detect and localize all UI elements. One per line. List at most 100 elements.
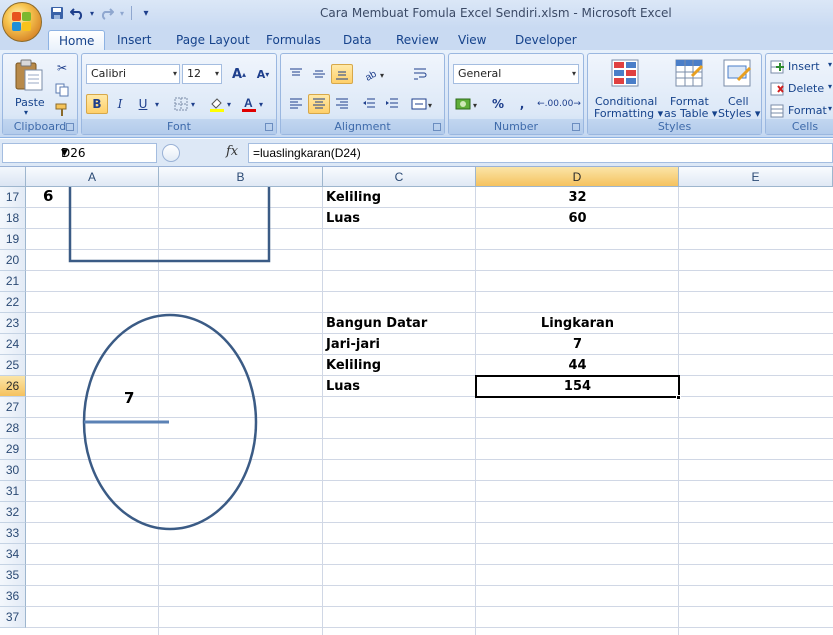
delete-cells-button[interactable]: Delete ▾ bbox=[770, 80, 833, 98]
orientation-icon[interactable]: ab ▾ bbox=[361, 64, 389, 84]
cell-d17[interactable]: 32 bbox=[476, 187, 679, 208]
font-size-select[interactable]: 12 ▾ bbox=[182, 64, 222, 84]
tab-home[interactable]: Home bbox=[48, 30, 106, 50]
borders-dropdown-icon[interactable]: ▾ bbox=[188, 94, 198, 114]
cell-d25[interactable]: 44 bbox=[476, 355, 679, 376]
conditional-formatting-icon bbox=[611, 59, 639, 87]
tab-page-layout[interactable]: Page Layout bbox=[166, 30, 260, 50]
align-left-icon[interactable] bbox=[285, 94, 307, 114]
formula-bar: D26 ▼ fx =luaslingkaran(D24) bbox=[0, 139, 833, 167]
increase-indent-icon[interactable] bbox=[381, 94, 403, 114]
cut-icon[interactable]: ✂ bbox=[51, 58, 73, 78]
font-launcher-icon[interactable] bbox=[265, 123, 273, 131]
shrink-font-icon[interactable]: A ▾ bbox=[252, 64, 274, 84]
conditional-formatting-button[interactable]: Conditional Formatting ▾ bbox=[590, 56, 663, 120]
undo-icon[interactable] bbox=[68, 4, 86, 22]
undo-dropdown-icon[interactable]: ▾ bbox=[88, 4, 96, 22]
decrease-decimal-button[interactable]: .00 → bbox=[559, 94, 581, 114]
comma-style-button[interactable]: , bbox=[511, 94, 533, 114]
cell-d24[interactable]: 7 bbox=[476, 334, 679, 355]
insert-cells-button[interactable]: Insert ▾ bbox=[770, 58, 833, 76]
decrease-indent-icon[interactable] bbox=[358, 94, 380, 114]
format-painter-icon[interactable] bbox=[51, 100, 73, 120]
title-bar: ▾ ▾ ▾ Cara Membuat Fomula Excel Sendiri.… bbox=[0, 0, 833, 42]
tab-review[interactable]: Review bbox=[386, 30, 449, 50]
cell-c26[interactable]: Luas bbox=[326, 376, 360, 397]
circle-radius-label: 7 bbox=[124, 389, 135, 407]
redo-icon[interactable] bbox=[98, 4, 116, 22]
name-box[interactable]: D26 ▼ bbox=[2, 143, 157, 163]
delete-dropdown-icon: ▾ bbox=[828, 82, 833, 91]
cell-c23[interactable]: Bangun Datar bbox=[326, 313, 427, 334]
font-name-value: Calibri bbox=[91, 67, 127, 80]
percent-style-button[interactable]: % bbox=[487, 94, 509, 114]
italic-button[interactable]: I bbox=[109, 94, 131, 114]
font-name-dropdown-icon: ▾ bbox=[172, 69, 177, 78]
cell-styles-button[interactable]: Cell Styles ▾ bbox=[714, 56, 760, 120]
tab-view[interactable]: View bbox=[448, 30, 496, 50]
fill-handle[interactable] bbox=[676, 395, 681, 400]
copy-icon[interactable] bbox=[51, 80, 73, 100]
font-name-select[interactable]: Calibri ▾ bbox=[86, 64, 180, 84]
formula-bar-expand-icon[interactable] bbox=[162, 144, 180, 162]
cell-c18[interactable]: Luas bbox=[326, 208, 360, 229]
cell-styles-icon bbox=[723, 59, 752, 87]
format-cells-button[interactable]: Format ▾ bbox=[770, 102, 833, 120]
styles-group-label: Styles bbox=[588, 119, 761, 134]
office-button[interactable] bbox=[2, 2, 42, 42]
insert-function-button[interactable]: fx bbox=[226, 144, 238, 159]
accounting-format-icon[interactable]: ▾ bbox=[453, 94, 483, 114]
increase-decimal-button[interactable]: ← .00 bbox=[537, 94, 559, 114]
svg-text:A: A bbox=[244, 96, 253, 110]
format-as-table-button[interactable]: Format as Table ▾ bbox=[662, 56, 717, 120]
cell-c17[interactable]: Keliling bbox=[326, 187, 381, 208]
tab-insert[interactable]: Insert bbox=[107, 30, 161, 50]
wrap-text-icon[interactable] bbox=[409, 64, 431, 84]
align-right-icon[interactable] bbox=[331, 94, 353, 114]
cell-c25[interactable]: Keliling bbox=[326, 355, 381, 376]
insert-dropdown-icon: ▾ bbox=[828, 60, 833, 69]
save-icon[interactable] bbox=[48, 4, 66, 22]
cell-d18[interactable]: 60 bbox=[476, 208, 679, 229]
clipboard-launcher-icon[interactable] bbox=[66, 123, 74, 131]
fill-color-dropdown-icon[interactable]: ▾ bbox=[224, 94, 234, 114]
tab-formulas[interactable]: Formulas bbox=[256, 30, 331, 50]
number-format-select[interactable]: General ▾ bbox=[453, 64, 579, 84]
worksheet-grid[interactable]: A B C D E 17 18 19 20 21 22 23 24 25 26 … bbox=[0, 167, 833, 635]
align-top-icon[interactable] bbox=[285, 64, 307, 84]
align-center-icon[interactable] bbox=[308, 94, 330, 114]
office-logo-icon bbox=[12, 12, 32, 32]
formula-input[interactable]: =luaslingkaran(D24) bbox=[248, 143, 833, 163]
font-group: Calibri ▾ 12 ▾ A ▴ A ▾ B I U ▾ ▾ ▾ A ▾ Fon… bbox=[81, 53, 277, 135]
quick-access-toolbar: ▾ ▾ ▾ bbox=[48, 4, 155, 22]
merge-center-icon[interactable]: ▾ bbox=[409, 94, 437, 114]
svg-text:▾: ▾ bbox=[428, 101, 432, 110]
svg-text:ab: ab bbox=[364, 68, 379, 81]
redo-dropdown-icon[interactable]: ▾ bbox=[118, 4, 126, 22]
align-middle-icon[interactable] bbox=[308, 64, 330, 84]
alignment-launcher-icon[interactable] bbox=[433, 123, 441, 131]
cell-d23[interactable]: Lingkaran bbox=[476, 313, 679, 334]
increase-decimal-label: .00 bbox=[544, 99, 559, 109]
cell-c24[interactable]: Jari-jari bbox=[326, 334, 380, 355]
paste-button[interactable]: Paste ▾ bbox=[7, 56, 47, 117]
format-cells-icon bbox=[770, 104, 784, 118]
customize-qat-icon[interactable]: ▾ bbox=[137, 4, 155, 22]
delete-cells-label: Delete bbox=[788, 82, 825, 95]
align-bottom-icon[interactable] bbox=[331, 64, 353, 84]
font-size-dropdown-icon: ▾ bbox=[214, 69, 219, 78]
format-cells-label: Format bbox=[788, 104, 827, 117]
paste-label: Paste bbox=[15, 96, 45, 109]
font-color-dropdown-icon[interactable]: ▾ bbox=[256, 94, 266, 114]
clipboard-group: Paste ▾ ✂ Clipboard bbox=[2, 53, 78, 135]
underline-dropdown-icon[interactable]: ▾ bbox=[152, 94, 162, 114]
number-group: General ▾ ▾ % , ← .00 .00 → Number bbox=[448, 53, 584, 135]
tab-data[interactable]: Data bbox=[333, 30, 382, 50]
bold-button[interactable]: B bbox=[86, 94, 108, 114]
active-cell-border bbox=[475, 375, 680, 398]
number-launcher-icon[interactable] bbox=[572, 123, 580, 131]
grow-font-icon[interactable]: A ▴ bbox=[228, 64, 250, 84]
underline-button[interactable]: U bbox=[132, 94, 154, 114]
tab-developer[interactable]: Developer bbox=[505, 30, 587, 50]
alignment-group: ab ▾ ▾ Alignment bbox=[280, 53, 445, 135]
